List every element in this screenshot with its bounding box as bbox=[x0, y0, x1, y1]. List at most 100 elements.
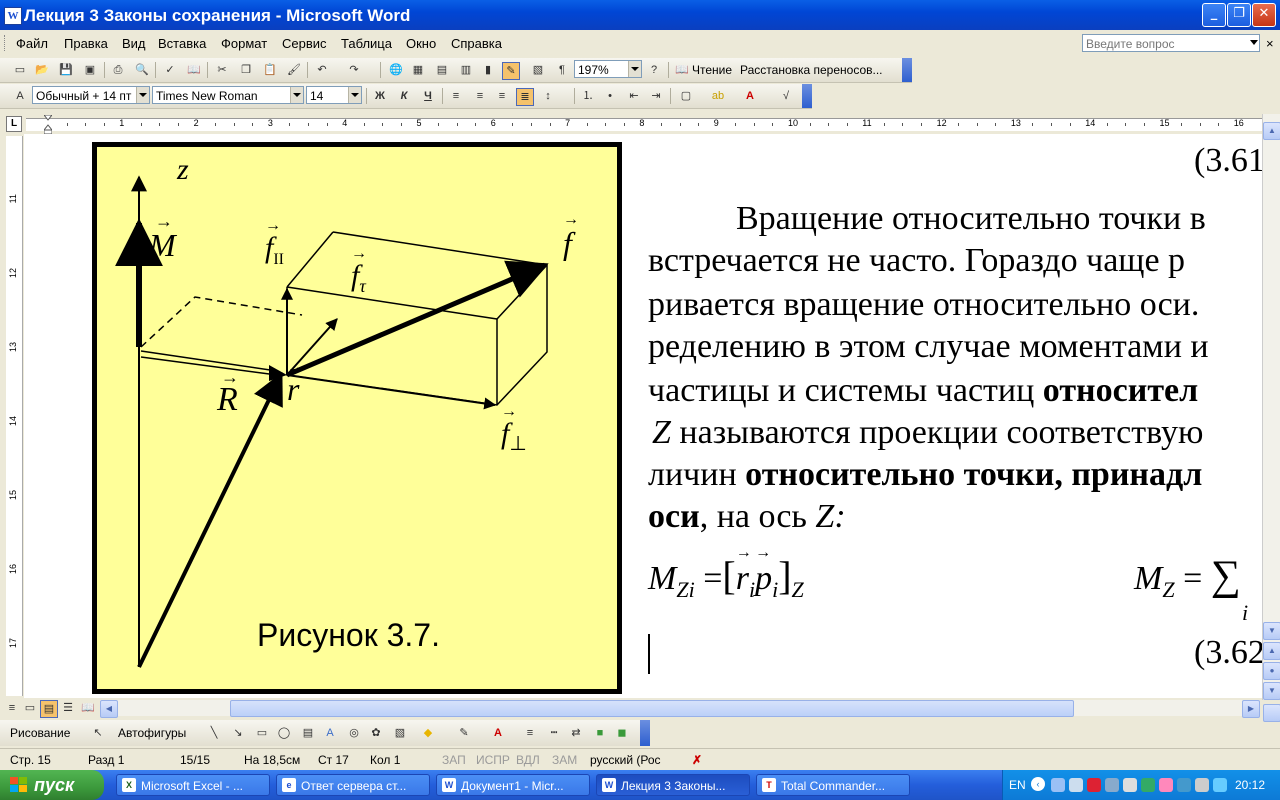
task-word-lecture[interactable]: W Лекция 3 Законы... bbox=[596, 774, 750, 796]
indent-marker[interactable] bbox=[42, 114, 54, 135]
save-icon[interactable]: 💾 bbox=[58, 62, 74, 78]
textbox-icon[interactable]: ▤ bbox=[300, 725, 316, 741]
toolbar-grip[interactable] bbox=[4, 35, 8, 51]
3d-icon[interactable]: ◼ bbox=[614, 725, 630, 741]
reading-view-icon[interactable]: 📖 bbox=[80, 700, 96, 716]
next-page-button[interactable]: ▼ bbox=[1263, 682, 1280, 700]
align-right-icon[interactable]: ≡ bbox=[494, 88, 510, 104]
menu-view[interactable]: Вид bbox=[122, 36, 146, 51]
restore-button[interactable]: ❐ bbox=[1227, 3, 1251, 27]
menu-format[interactable]: Формат bbox=[221, 36, 267, 51]
font-select[interactable]: Times New Roman bbox=[152, 86, 304, 104]
permission-icon[interactable]: ▣ bbox=[82, 62, 98, 78]
minimize-button[interactable]: _ bbox=[1202, 3, 1226, 27]
copy-icon[interactable]: ❐ bbox=[238, 62, 254, 78]
document-map-icon[interactable]: ▧ bbox=[530, 62, 546, 78]
menu-insert[interactable]: Вставка bbox=[158, 36, 206, 51]
oval-icon[interactable]: ◯ bbox=[276, 725, 292, 741]
task-total-commander[interactable]: T Total Commander... bbox=[756, 774, 910, 796]
menu-window[interactable]: Окно bbox=[406, 36, 436, 51]
format-painter-icon[interactable]: 🖌 bbox=[286, 62, 302, 78]
columns-icon[interactable]: ▮ bbox=[480, 62, 496, 78]
cut-icon[interactable]: ✂ bbox=[214, 62, 230, 78]
help-icon[interactable]: ? bbox=[646, 62, 662, 78]
numbering-icon[interactable]: ⒈ bbox=[580, 88, 596, 104]
tray-expand-icon[interactable]: ‹ bbox=[1031, 777, 1045, 791]
scroll-right-button[interactable]: ▶ bbox=[1242, 700, 1260, 718]
picture-icon[interactable]: ▧ bbox=[392, 725, 408, 741]
monitor-icon[interactable] bbox=[1177, 778, 1191, 792]
draw-font-color-icon[interactable]: A bbox=[490, 725, 506, 741]
increase-indent-icon[interactable]: ⇥ bbox=[648, 88, 664, 104]
shadow-icon[interactable]: ■ bbox=[592, 725, 608, 741]
borders-icon[interactable]: ▢ bbox=[678, 88, 694, 104]
insert-table-icon[interactable]: ▤ bbox=[434, 62, 450, 78]
hyphenation-button[interactable]: Расстановка переносов... bbox=[740, 63, 883, 77]
spelling-status-icon[interactable]: ✗ bbox=[692, 753, 702, 767]
language-indicator[interactable]: EN bbox=[1009, 778, 1026, 792]
justify-icon[interactable]: ≣ bbox=[516, 88, 534, 106]
document-page[interactable]: z → M → fII → fτ → f → R → r → f⊥ Рисуно… bbox=[24, 134, 1262, 700]
display-icon[interactable] bbox=[1105, 778, 1119, 792]
figure-frame[interactable]: z → M → fII → fτ → f → R → r → f⊥ Рисуно… bbox=[92, 142, 622, 694]
scroll-left-button[interactable]: ◀ bbox=[100, 700, 118, 718]
chevron-down-icon[interactable] bbox=[1250, 40, 1258, 45]
style-select[interactable]: Обычный + 14 пт bbox=[32, 86, 150, 104]
start-button[interactable]: пуск bbox=[0, 770, 104, 800]
outline-view-icon[interactable]: ☰ bbox=[60, 700, 76, 716]
status-ovr[interactable]: ЗАМ bbox=[552, 753, 577, 767]
toolbar-options-icon[interactable] bbox=[640, 720, 650, 746]
open-icon[interactable]: 📂 bbox=[34, 62, 50, 78]
research-icon[interactable]: 📖 bbox=[186, 62, 202, 78]
close-button[interactable]: ✕ bbox=[1252, 3, 1276, 27]
scroll-thumb[interactable] bbox=[1263, 704, 1280, 722]
volume-icon[interactable] bbox=[1195, 778, 1209, 792]
select-objects-icon[interactable]: ↖ bbox=[90, 725, 106, 741]
font-color-icon[interactable]: A bbox=[742, 88, 758, 104]
show-hide-icon[interactable]: ¶ bbox=[554, 62, 570, 78]
tables-borders-icon[interactable]: ▦ bbox=[410, 62, 426, 78]
network-icon[interactable] bbox=[1051, 778, 1065, 792]
underline-button[interactable]: Ч bbox=[420, 88, 436, 104]
menu-file[interactable]: Файл bbox=[16, 36, 48, 51]
decrease-indent-icon[interactable]: ⇤ bbox=[626, 88, 642, 104]
redo-icon[interactable]: ↷ bbox=[346, 62, 362, 78]
drawing-icon[interactable]: ✎ bbox=[502, 62, 520, 80]
clock[interactable]: 20:12 bbox=[1235, 778, 1265, 792]
menu-tools[interactable]: Сервис bbox=[282, 36, 327, 51]
menu-edit[interactable]: Правка bbox=[64, 36, 108, 51]
fill-color-icon[interactable]: ◆ bbox=[420, 725, 436, 741]
ask-question-input[interactable]: Введите вопрос bbox=[1082, 34, 1260, 52]
font-size-select[interactable]: 14 bbox=[306, 86, 362, 104]
task-excel[interactable]: X Microsoft Excel - ... bbox=[116, 774, 270, 796]
insert-excel-icon[interactable]: ▥ bbox=[458, 62, 474, 78]
undo-icon[interactable]: ↶ bbox=[314, 62, 330, 78]
prev-page-button[interactable]: ▲ bbox=[1263, 642, 1280, 660]
scroll-up-button[interactable]: ▲ bbox=[1263, 122, 1280, 140]
horizontal-scroll-thumb[interactable] bbox=[230, 700, 1074, 717]
web-view-icon[interactable]: ▭ bbox=[22, 700, 38, 716]
print-layout-icon[interactable]: ▤ bbox=[40, 700, 58, 718]
diagram-icon[interactable]: ◎ bbox=[346, 725, 362, 741]
document-close-icon[interactable]: × bbox=[1266, 36, 1274, 51]
wordart-icon[interactable]: A bbox=[322, 725, 338, 741]
line-color-icon[interactable]: ✎ bbox=[456, 725, 472, 741]
word-doc-icon[interactable]: W bbox=[4, 7, 22, 25]
toolbar-options-icon[interactable] bbox=[802, 84, 812, 108]
reading-icon[interactable]: 📖 bbox=[674, 62, 690, 78]
autoshapes-button[interactable]: Автофигуры bbox=[118, 726, 186, 740]
status-ext[interactable]: ВДЛ bbox=[516, 753, 540, 767]
paste-icon[interactable]: 📋 bbox=[262, 62, 278, 78]
toolbar-options-icon[interactable] bbox=[902, 58, 912, 82]
zoom-select[interactable]: 197% bbox=[574, 60, 642, 78]
printer-icon[interactable] bbox=[1123, 778, 1137, 792]
tab-stop-selector[interactable]: L bbox=[6, 116, 22, 132]
network-icon[interactable] bbox=[1069, 778, 1083, 792]
new-doc-icon[interactable]: ▭ bbox=[12, 62, 28, 78]
status-rec[interactable]: ЗАП bbox=[442, 753, 466, 767]
task-word-doc1[interactable]: W Документ1 - Micr... bbox=[436, 774, 590, 796]
normal-view-icon[interactable]: ≡ bbox=[4, 700, 20, 716]
print-preview-icon[interactable]: 🔍 bbox=[134, 62, 150, 78]
align-left-icon[interactable]: ≡ bbox=[448, 88, 464, 104]
menu-table[interactable]: Таблица bbox=[341, 36, 392, 51]
